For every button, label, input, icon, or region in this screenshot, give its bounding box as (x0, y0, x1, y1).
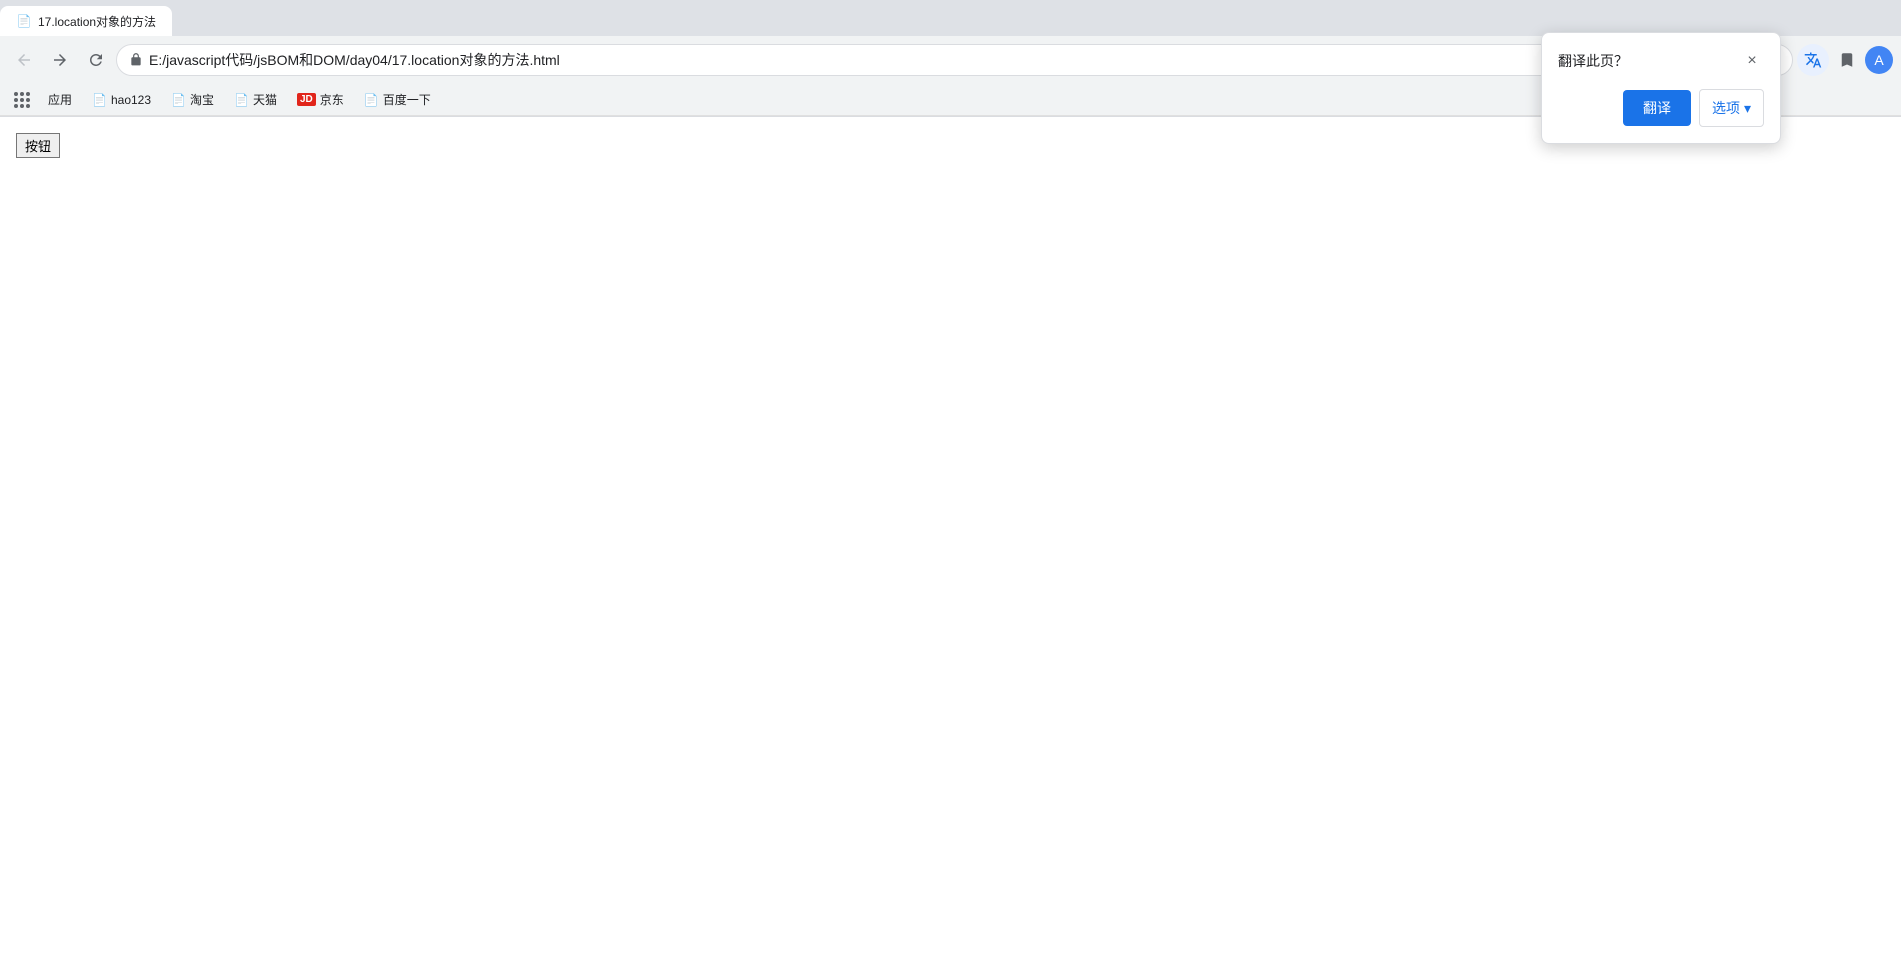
translate-close-button[interactable]: × (1740, 49, 1764, 73)
translate-popup-title: 翻译此页？ (1558, 51, 1628, 71)
translate-popup: 翻译此页？ × 翻译 选项 ▾ (1541, 32, 1781, 144)
toolbar-right: A (1797, 44, 1893, 76)
active-tab[interactable]: 📄 17.location对象的方法 (0, 6, 172, 36)
profile-avatar[interactable]: A (1865, 46, 1893, 74)
translate-icon-button[interactable] (1797, 44, 1829, 76)
tab-favicon: 📄 (16, 13, 32, 29)
bookmark-icon-button[interactable] (1831, 44, 1863, 76)
tmall-icon: 📄 (234, 93, 249, 107)
taobao-icon: 📄 (171, 93, 186, 107)
reload-button[interactable] (80, 44, 112, 76)
translate-actions: 翻译 选项 ▾ (1558, 89, 1764, 127)
bookmark-tmall[interactable]: 📄 天猫 (226, 87, 285, 112)
hao123-icon: 📄 (92, 93, 107, 107)
chevron-down-icon: ▾ (1744, 100, 1751, 117)
translate-popup-header: 翻译此页？ × (1558, 49, 1764, 73)
translate-button[interactable]: 翻译 (1623, 90, 1691, 126)
jd-icon: JD (297, 93, 316, 106)
bookmark-taobao[interactable]: 📄 淘宝 (163, 87, 222, 112)
page-button[interactable]: 按钮 (16, 133, 60, 158)
bookmark-hao123[interactable]: 📄 hao123 (84, 89, 159, 111)
bookmark-jd[interactable]: JD 京东 (289, 87, 352, 112)
apps-grid-icon (14, 92, 30, 108)
apps-button[interactable] (8, 86, 36, 114)
lock-icon (129, 52, 143, 69)
url-text: E:/javascript代码/jsBOM和DOM/day04/17.locat… (149, 50, 1780, 70)
bookmark-baidu[interactable]: 📄 百度一下 (356, 87, 439, 112)
page-content: 按钮 (0, 117, 1901, 958)
forward-button[interactable] (44, 44, 76, 76)
bookmark-apps-label[interactable]: 应用 (40, 87, 80, 112)
baidu-icon: 📄 (364, 93, 379, 107)
tab-title: 17.location对象的方法 (38, 13, 156, 30)
tab-bar: 📄 17.location对象的方法 (0, 0, 1901, 36)
back-button[interactable] (8, 44, 40, 76)
options-button[interactable]: 选项 ▾ (1699, 89, 1764, 127)
